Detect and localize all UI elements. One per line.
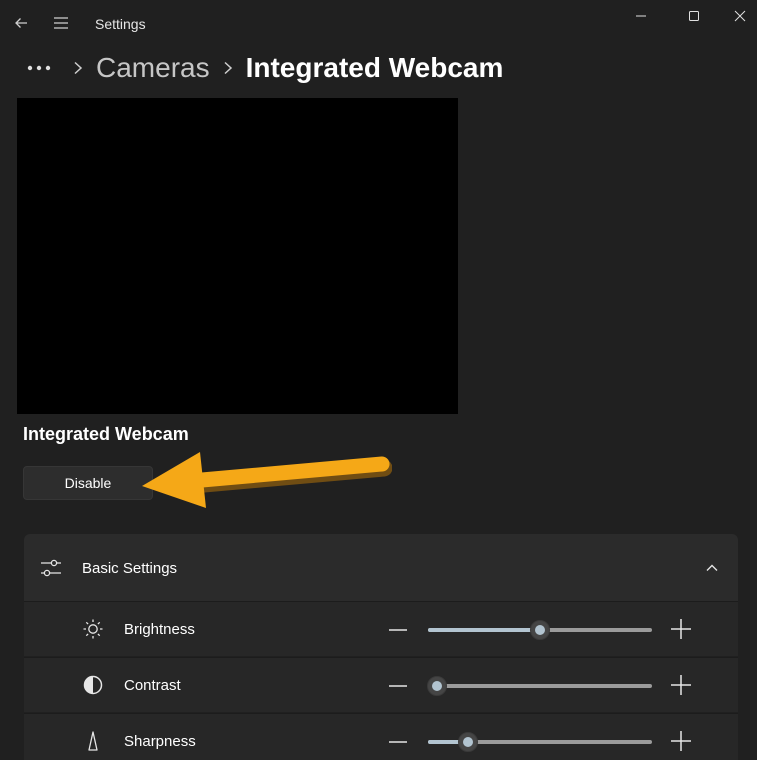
sharpness-label: Sharpness (124, 733, 196, 750)
maximize-icon[interactable] (671, 0, 717, 32)
plus-icon[interactable] (669, 673, 693, 697)
slider-thumb[interactable] (427, 676, 447, 696)
slider-thumb[interactable] (458, 732, 478, 752)
sharpness-slider[interactable] (428, 732, 652, 752)
plus-icon[interactable] (669, 617, 693, 641)
breadcrumb-parent-link[interactable]: Cameras (96, 52, 210, 84)
basic-settings-panel: Basic Settings Brightness Contrast Sharp… (24, 534, 738, 760)
contrast-row: Contrast (24, 657, 738, 712)
chevron-right-icon (214, 53, 242, 83)
chevron-right-icon (64, 53, 92, 83)
back-arrow-icon[interactable] (6, 6, 36, 40)
basic-settings-header[interactable]: Basic Settings (24, 534, 738, 601)
slider-track (428, 684, 652, 688)
slider-thumb[interactable] (530, 620, 550, 640)
title-bar: Settings (0, 0, 757, 44)
sliders-icon (41, 559, 61, 577)
contrast-slider[interactable] (427, 676, 652, 696)
minus-icon[interactable] (387, 731, 409, 753)
contrast-icon (83, 675, 103, 695)
brightness-label: Brightness (124, 621, 195, 638)
annotation-arrow-icon (142, 452, 392, 508)
minus-icon[interactable] (387, 675, 409, 697)
app-title: Settings (95, 16, 146, 32)
page-title: Integrated Webcam (245, 52, 504, 83)
contrast-label: Contrast (124, 677, 181, 694)
more-horizontal-icon[interactable] (22, 53, 56, 83)
basic-settings-title: Basic Settings (82, 560, 178, 577)
close-icon[interactable] (717, 0, 757, 32)
slider-fill (428, 628, 540, 632)
brightness-slider[interactable] (428, 620, 652, 640)
brightness-row: Brightness (24, 601, 738, 656)
disable-button[interactable]: Disable (23, 466, 153, 500)
chevron-up-icon[interactable] (704, 560, 720, 576)
plus-icon[interactable] (669, 729, 693, 753)
triangle-icon (88, 731, 98, 751)
minimize-icon[interactable] (618, 0, 664, 32)
sharpness-row: Sharpness (24, 713, 738, 760)
hamburger-menu-icon[interactable] (46, 6, 76, 40)
breadcrumb: Cameras Integrated Webcam (22, 48, 503, 88)
minus-icon[interactable] (387, 619, 409, 641)
camera-preview (17, 98, 458, 414)
sun-icon (83, 619, 103, 639)
camera-name: Integrated Webcam (23, 424, 189, 444)
